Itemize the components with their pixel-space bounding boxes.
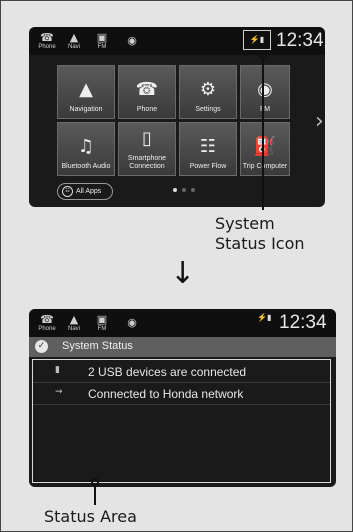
phone-shortcut[interactable]: ☎ Phone bbox=[34, 311, 60, 335]
tile-fm[interactable]: ◉ FM bbox=[240, 65, 290, 119]
navi-shortcut[interactable]: ▲ Navi bbox=[61, 29, 87, 53]
clock: 12:34 bbox=[276, 30, 324, 51]
navigation-icon: ▲ bbox=[79, 79, 93, 100]
compass-icon: ▲ bbox=[69, 30, 79, 44]
page-dot bbox=[191, 188, 195, 192]
system-status-screen: ☎ Phone ▲ Navi ▣ FM ◉ ⚡▮ 12:34 ✓ System … bbox=[29, 309, 336, 487]
page-indicator bbox=[173, 188, 195, 192]
status-bar: ☎ Phone ▲ Navi ▣ FM ◉ ⚡▮ 12:34 bbox=[29, 27, 325, 55]
list-item: ▮ 2 USB devices are connected bbox=[33, 362, 330, 383]
fuel-icon: ⛽ bbox=[253, 136, 277, 157]
system-status-icon[interactable]: ⚡▮ bbox=[257, 313, 271, 322]
tile-phone[interactable]: ☎ Phone bbox=[118, 65, 176, 119]
system-status-header: ✓ System Status bbox=[29, 337, 336, 357]
page-dot bbox=[173, 188, 177, 192]
fm-shortcut[interactable]: ▣ FM bbox=[89, 311, 115, 335]
radio-icon: ◉ bbox=[257, 79, 273, 100]
tile-navigation[interactable]: ▲ Navigation bbox=[57, 65, 115, 119]
system-status-icon[interactable]: ⚡▮ bbox=[243, 30, 271, 50]
compass-icon: ▲ bbox=[69, 312, 79, 326]
status-bar: ☎ Phone ▲ Navi ▣ FM ◉ ⚡▮ 12:34 bbox=[29, 309, 336, 337]
tile-trip-computer[interactable]: ⛽ Trip Computer bbox=[240, 122, 290, 176]
broadcast-icon: ◉ bbox=[127, 316, 137, 329]
phone-icon: ☎ bbox=[135, 79, 159, 100]
all-apps-button[interactable]: ☷ All Apps bbox=[57, 183, 113, 200]
audio-source-shortcut[interactable]: ◉ bbox=[119, 29, 145, 53]
down-arrow-icon: ↓ bbox=[170, 256, 196, 291]
system-status-icon-callout: System Status Icon bbox=[215, 214, 305, 253]
status-area: ▮ 2 USB devices are connected ⇝ Connecte… bbox=[32, 359, 331, 483]
smartphone-icon: ▯ bbox=[142, 128, 152, 149]
status-area-callout: Status Area bbox=[44, 507, 137, 526]
usb-icon: ▮ bbox=[55, 365, 60, 375]
broadcast-icon: ◉ bbox=[127, 34, 137, 47]
bluetooth-icon: ♫ bbox=[77, 136, 95, 157]
phone-icon: ☎ bbox=[40, 312, 54, 326]
next-page-arrow[interactable]: › bbox=[315, 109, 324, 134]
tile-bluetooth-audio[interactable]: ♫ Bluetooth Audio bbox=[57, 122, 115, 176]
gear-icon: ⚙ bbox=[199, 79, 217, 100]
fm-shortcut[interactable]: ▣ FM bbox=[89, 29, 115, 53]
audio-source-shortcut[interactable]: ◉ bbox=[119, 311, 145, 335]
navi-shortcut[interactable]: ▲ Navi bbox=[61, 311, 87, 335]
grid-icon: ☷ bbox=[62, 186, 73, 197]
tile-smartphone-connection[interactable]: ▯ Smartphone Connection bbox=[118, 122, 176, 176]
phone-shortcut[interactable]: ☎ Phone bbox=[34, 29, 60, 53]
power-flow-icon: ☷ bbox=[199, 136, 217, 157]
phone-icon: ☎ bbox=[40, 30, 54, 44]
check-icon: ✓ bbox=[35, 340, 48, 353]
clock: 12:34 bbox=[279, 312, 327, 333]
callout-leader bbox=[94, 485, 96, 505]
home-screen: ☎ Phone ▲ Navi ▣ FM ◉ ⚡▮ 12:34 ▲ Navigat… bbox=[29, 27, 325, 207]
page-dot bbox=[182, 188, 186, 192]
tile-power-flow[interactable]: ☷ Power Flow bbox=[179, 122, 237, 176]
callout-leader bbox=[262, 58, 264, 210]
tile-settings[interactable]: ⚙ Settings bbox=[179, 65, 237, 119]
radio-icon: ▣ bbox=[96, 30, 108, 44]
wifi-icon: ⇝ bbox=[55, 387, 63, 397]
radio-icon: ▣ bbox=[96, 312, 108, 326]
list-item: ⇝ Connected to Honda network bbox=[33, 384, 330, 405]
